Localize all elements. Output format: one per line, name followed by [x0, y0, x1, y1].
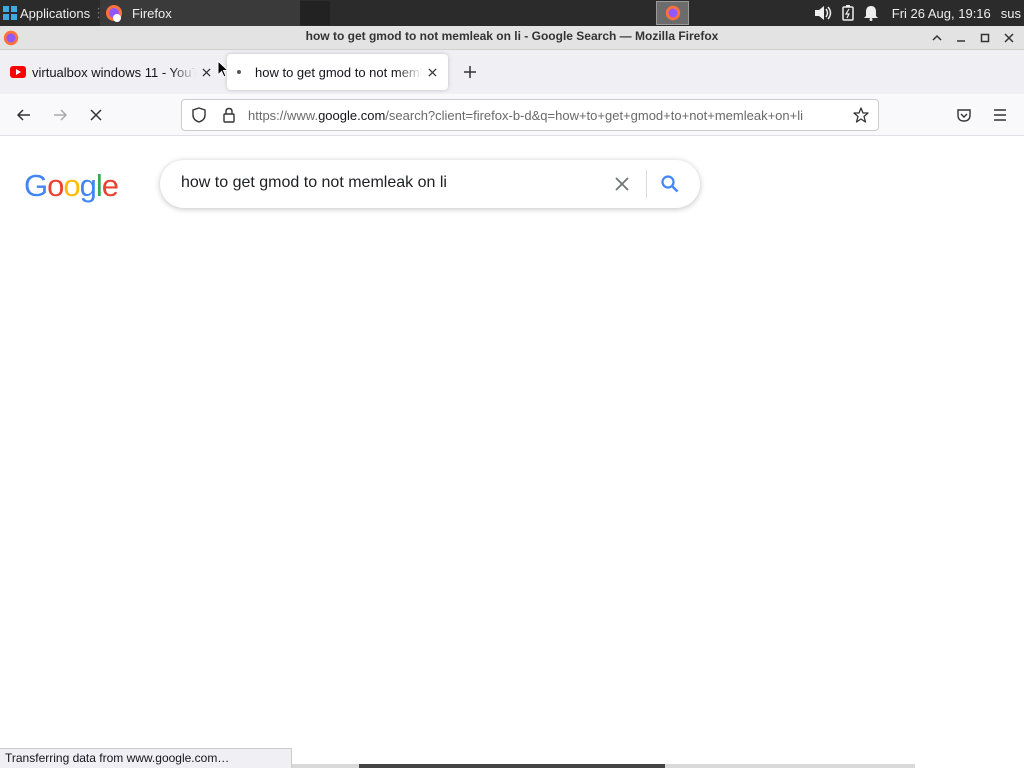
window-title: how to get gmod to not memleak on li - G… [305, 29, 719, 43]
stop-loading-button[interactable] [84, 103, 108, 127]
arrow-left-icon [16, 109, 30, 121]
maximize-icon [980, 33, 990, 43]
minimize-icon [957, 40, 965, 42]
pocket-button[interactable] [952, 103, 976, 127]
applications-label: Applications [20, 5, 91, 21]
pocket-icon [957, 109, 971, 122]
search-icon [661, 175, 679, 193]
close-icon [615, 177, 629, 191]
clear-search-button[interactable] [610, 172, 634, 196]
close-icon [1004, 33, 1014, 43]
close-icon [201, 67, 211, 77]
battery-icon[interactable] [842, 5, 854, 21]
forward-button[interactable] [48, 103, 72, 127]
taskbar-firefox-button[interactable]: Firefox [100, 0, 300, 26]
window-titlebar[interactable]: how to get gmod to not memleak on li - G… [0, 26, 1024, 50]
user-name[interactable]: sus [1001, 6, 1021, 21]
volume-icon[interactable] [814, 5, 832, 21]
stop-icon [90, 109, 102, 121]
workspace-empty[interactable] [300, 1, 330, 25]
navigation-toolbar: https://www.google.com/search?client=fir… [0, 94, 1024, 136]
search-box-divider [646, 170, 647, 198]
new-tab-button[interactable] [458, 62, 482, 86]
workspace-switcher[interactable] [656, 1, 689, 25]
scrollbar-thumb[interactable] [359, 764, 665, 768]
google-search-box[interactable]: how to get gmod to not memleak on li [160, 160, 700, 208]
hamburger-menu-icon [994, 109, 1006, 121]
tab-strip: virtualbox windows 11 - YouTube how to g… [0, 50, 1024, 94]
google-logo-letter: o [63, 168, 80, 203]
horizontal-scrollbar[interactable] [292, 764, 915, 768]
tab-close-button[interactable] [422, 62, 442, 82]
tab-google-search[interactable]: how to get gmod to not memleak on li - G… [227, 54, 448, 90]
google-logo-letter: G [24, 168, 48, 203]
firefox-icon [665, 5, 680, 21]
system-tray: Fri 26 Aug, 19:16 sus [814, 0, 1024, 26]
google-logo-letter: o [47, 168, 64, 203]
loading-indicator-icon [237, 70, 241, 74]
google-logo-letter: e [101, 168, 119, 203]
clock[interactable]: Fri 26 Aug, 19:16 [892, 6, 991, 21]
minimize-button[interactable] [950, 28, 972, 48]
firefox-icon [106, 5, 122, 22]
tab-label: how to get gmod to not memleak on li - G… [255, 64, 422, 80]
google-logo-letter: g [79, 168, 97, 203]
status-panel: Transferring data from www.google.com… [0, 748, 292, 768]
tab-close-button[interactable] [196, 62, 216, 82]
bookmark-star-icon[interactable] [850, 104, 872, 126]
search-submit-button[interactable] [658, 172, 682, 196]
tab-youtube[interactable]: virtualbox windows 11 - YouTube [0, 54, 222, 90]
applications-menu[interactable]: Applications ⋮ [0, 0, 107, 26]
plus-icon [464, 66, 476, 78]
google-logo[interactable]: Google [24, 168, 119, 204]
lock-icon[interactable] [216, 102, 242, 128]
top-panel: Applications ⋮ Firefox Fri 26 Aug, 19:16… [0, 0, 1024, 26]
tab-label: virtualbox windows 11 - YouTube [32, 64, 196, 80]
close-window-button[interactable] [998, 28, 1020, 48]
close-icon [427, 67, 437, 77]
back-button[interactable] [12, 103, 36, 127]
shade-button[interactable] [926, 28, 948, 48]
chevron-up-icon [932, 34, 942, 41]
app-menu-button[interactable] [988, 103, 1012, 127]
notification-bell-icon[interactable] [863, 5, 878, 21]
url-text[interactable]: https://www.google.com/search?client=fir… [248, 108, 844, 123]
tracking-protection-shield-icon[interactable] [186, 102, 212, 128]
arrow-right-icon [54, 109, 68, 121]
search-query-input[interactable]: how to get gmod to not memleak on li [181, 174, 447, 192]
mouse-cursor-icon [217, 60, 229, 78]
xfce-logo-icon [3, 6, 17, 20]
taskbar-label: Firefox [132, 5, 172, 21]
maximize-button[interactable] [974, 28, 996, 48]
url-bar[interactable]: https://www.google.com/search?client=fir… [181, 99, 879, 131]
youtube-icon [10, 66, 26, 78]
